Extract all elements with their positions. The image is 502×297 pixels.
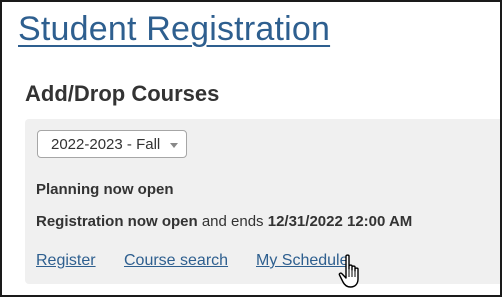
hand-pointer-cursor-icon <box>338 254 359 288</box>
course-search-link[interactable]: Course search <box>124 252 228 270</box>
my-schedule-link[interactable]: My Schedule <box>256 252 349 270</box>
planning-status: Planning now open <box>36 181 174 198</box>
page-title[interactable]: Student Registration <box>18 10 330 49</box>
add-drop-panel: 2022-2023 - Fall Planning now open Regis… <box>25 119 500 284</box>
registration-window: Student Registration Add/Drop Courses 20… <box>0 0 502 297</box>
registration-status-middle: and ends <box>197 213 268 230</box>
section-title: Add/Drop Courses <box>25 81 220 106</box>
planning-status-text: Planning now open <box>36 181 174 198</box>
term-select-value: 2022-2023 - Fall <box>51 136 161 153</box>
registration-status: Registration now open and ends 12/31/202… <box>36 213 412 230</box>
registration-status-label: Registration now open <box>36 213 198 230</box>
register-link[interactable]: Register <box>36 252 96 270</box>
registration-end-date: 12/31/2022 12:00 AM <box>267 213 413 230</box>
chevron-down-icon <box>170 143 178 148</box>
term-select[interactable]: 2022-2023 - Fall <box>37 130 187 158</box>
